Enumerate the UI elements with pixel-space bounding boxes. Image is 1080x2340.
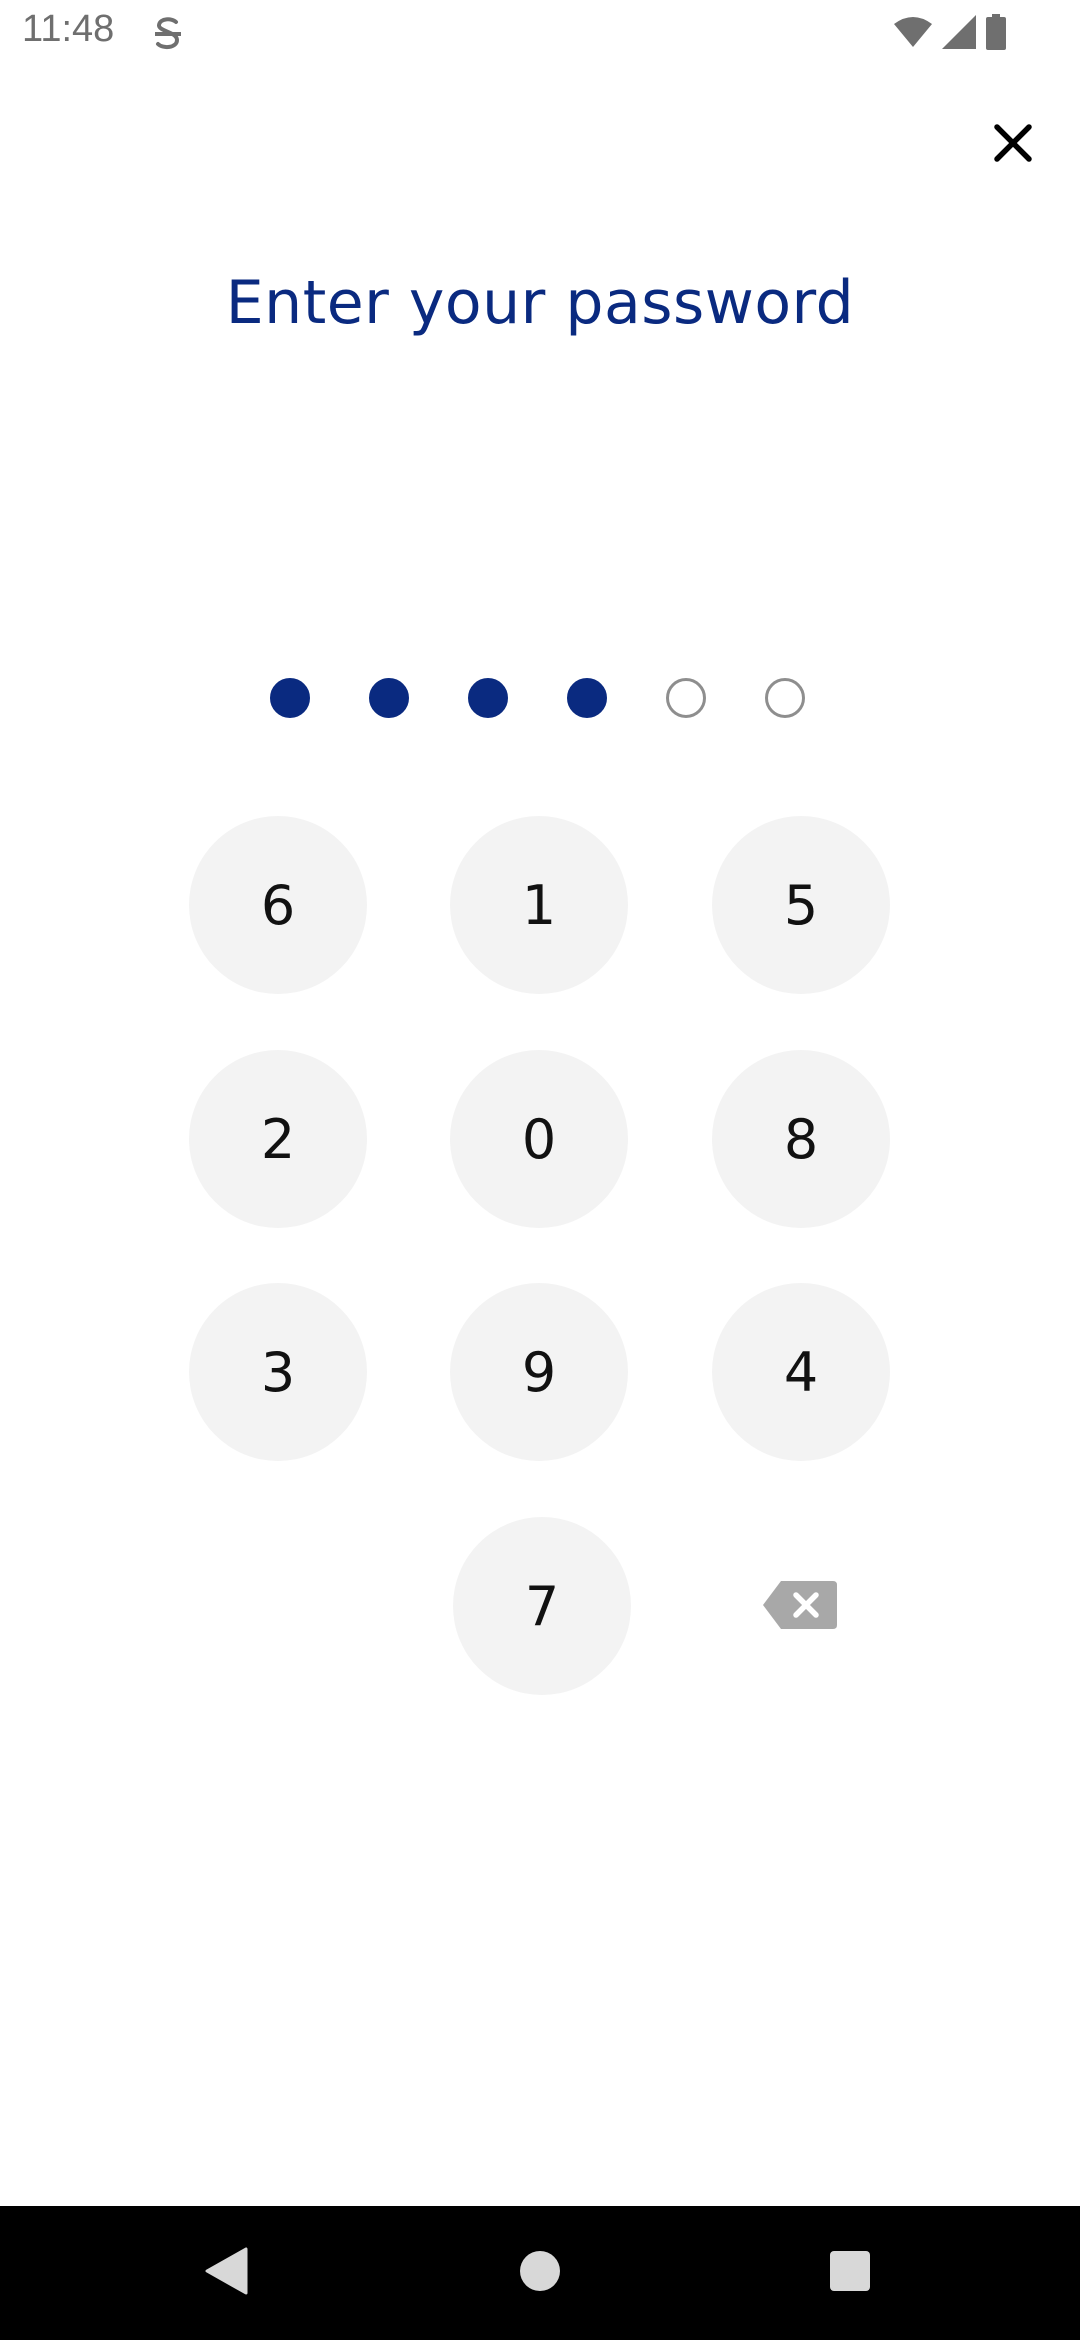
pin-indicator	[270, 678, 810, 724]
key-2[interactable]: 2	[189, 1050, 367, 1228]
key-0[interactable]: 0	[450, 1050, 628, 1228]
nav-recents-button[interactable]	[790, 2206, 910, 2340]
pin-dot-6	[765, 678, 805, 718]
key-7[interactable]: 7	[453, 1517, 631, 1695]
page-title: Enter your password	[225, 268, 855, 338]
s-logo-icon	[150, 14, 186, 54]
home-icon	[518, 2249, 562, 2298]
backspace-icon	[761, 1579, 839, 1636]
key-9[interactable]: 9	[450, 1283, 628, 1461]
backspace-button[interactable]	[752, 1568, 848, 1646]
pin-dot-3	[468, 678, 508, 718]
key-6[interactable]: 6	[189, 816, 367, 994]
back-icon	[204, 2247, 248, 2300]
nav-back-button[interactable]	[166, 2206, 286, 2340]
key-3[interactable]: 3	[189, 1283, 367, 1461]
key-8[interactable]: 8	[712, 1050, 890, 1228]
pin-dot-1	[270, 678, 310, 718]
key-5[interactable]: 5	[712, 816, 890, 994]
nav-home-button[interactable]	[480, 2206, 600, 2340]
status-icons	[894, 14, 1006, 50]
battery-icon	[986, 14, 1006, 50]
pin-dot-2	[369, 678, 409, 718]
key-4[interactable]: 4	[712, 1283, 890, 1461]
navigation-bar	[0, 2206, 1080, 2340]
status-bar: 11:48	[0, 0, 1080, 66]
pin-dot-4	[567, 678, 607, 718]
pin-dot-5	[666, 678, 706, 718]
wifi-icon	[894, 16, 932, 48]
key-1[interactable]: 1	[450, 816, 628, 994]
close-icon	[994, 123, 1032, 167]
password-screen: 11:48 Enter your password 6 1 5 2 0 8 3 …	[0, 0, 1080, 2340]
close-button[interactable]	[980, 112, 1046, 178]
cell-signal-icon	[942, 15, 976, 49]
status-time: 11:48	[22, 8, 115, 50]
recents-icon	[828, 2249, 872, 2298]
